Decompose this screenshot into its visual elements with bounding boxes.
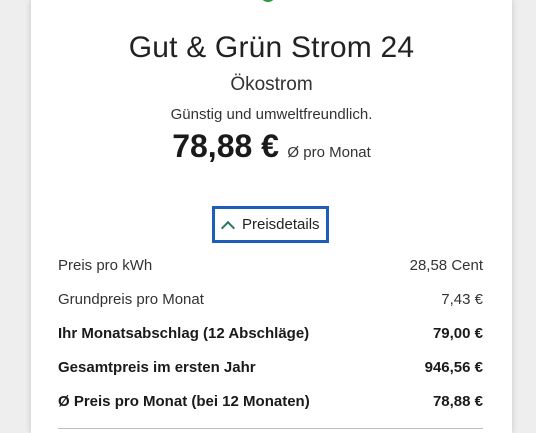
tariff-name: Gut & Grün Strom 24 xyxy=(128,31,415,64)
eco-check-icon xyxy=(260,0,276,2)
price-detail-label: Ihr Monatsabschlag (12 Abschläge) xyxy=(58,324,310,342)
price-detail-label: Gesamtpreis im ersten Jahr xyxy=(58,358,256,376)
price-details-label: Preisdetails xyxy=(242,216,320,233)
price-detail-value: 78,88 € xyxy=(432,392,483,410)
price-detail-row: Gesamtpreis im ersten Jahr 946,56 € xyxy=(58,350,483,384)
tariff-card: Gut & Grün Strom 24 Ökostrom Günstig und… xyxy=(31,0,512,433)
price-detail-row: Ihr Monatsabschlag (12 Abschläge) 79,00 … xyxy=(58,316,483,350)
price-details-list: Preis pro kWh 28,58 Cent Grundpreis pro … xyxy=(58,248,483,418)
price-detail-label: Ø Preis pro Monat (bei 12 Monaten) xyxy=(58,392,310,410)
price-unit: Ø pro Monat xyxy=(287,144,371,161)
chevron-up-icon xyxy=(220,220,236,235)
price-detail-value: 946,56 € xyxy=(424,358,483,376)
price-detail-label: Preis pro kWh xyxy=(58,256,153,274)
price-detail-value: 28,58 Cent xyxy=(409,256,483,274)
price-detail-row: Grundpreis pro Monat 7,43 € xyxy=(58,282,483,316)
price-detail-label: Grundpreis pro Monat xyxy=(58,290,204,308)
price-detail-value: 79,00 € xyxy=(432,324,483,342)
price-details-toggle-button[interactable]: Preisdetails xyxy=(212,206,329,243)
section-divider xyxy=(58,428,483,429)
monthly-price: 78,88 € Ø pro Monat xyxy=(31,128,512,165)
tariff-tagline: Günstig und umweltfreundlich. xyxy=(170,106,373,123)
price-detail-row: Ø Preis pro Monat (bei 12 Monaten) 78,88… xyxy=(58,384,483,418)
price-detail-row: Preis pro kWh 28,58 Cent xyxy=(58,248,483,282)
price-value: 78,88 € xyxy=(172,128,279,164)
price-detail-value: 7,43 € xyxy=(441,290,483,308)
tariff-type: Ökostrom xyxy=(230,74,313,95)
